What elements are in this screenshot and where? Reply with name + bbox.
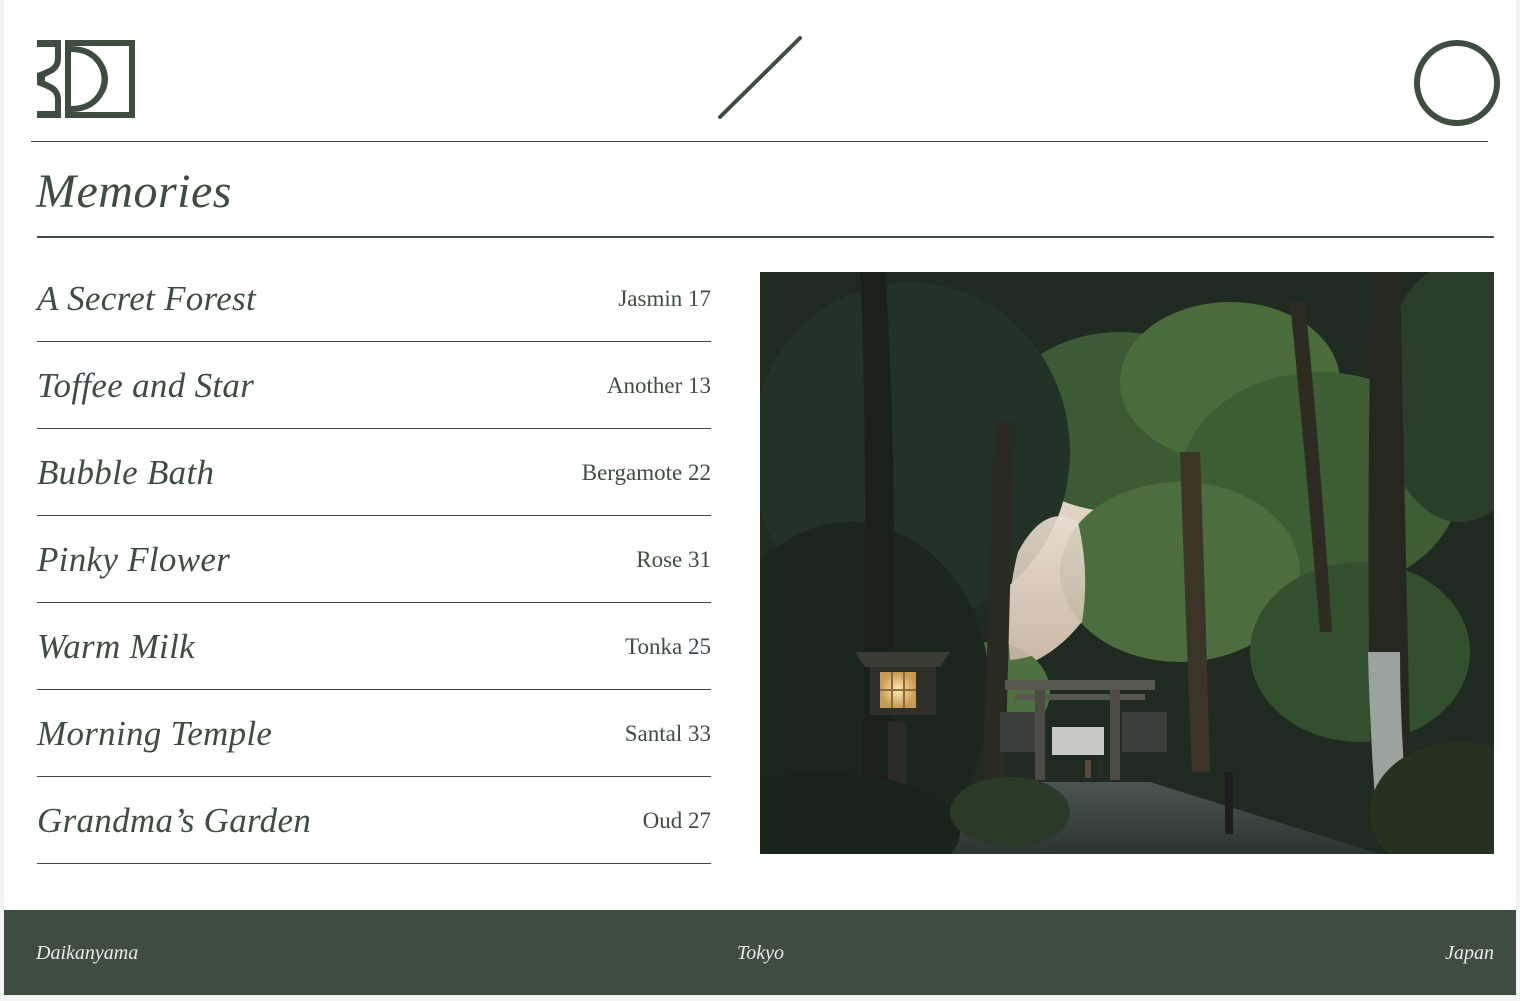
title-divider xyxy=(37,236,1494,238)
slash-icon xyxy=(716,35,806,121)
memory-name: Warm Milk xyxy=(37,627,195,666)
list-item[interactable]: Toffee and Star Another 13 xyxy=(37,342,711,429)
memory-note: Santal 33 xyxy=(624,721,711,746)
memory-note: Another 13 xyxy=(606,373,711,398)
memory-note: Tonka 25 xyxy=(625,634,711,659)
footer-location-right: Japan xyxy=(1445,942,1494,964)
ko-monogram-logo-icon[interactable] xyxy=(37,40,135,120)
memory-list: A Secret Forest Jasmin 17 Toffee and Sta… xyxy=(37,255,711,864)
header-divider xyxy=(31,141,1488,142)
page-title: Memories xyxy=(36,165,232,218)
circle-menu-icon[interactable] xyxy=(1414,40,1500,126)
memory-note: Rose 31 xyxy=(636,547,711,572)
footer-location-center: Tokyo xyxy=(737,942,785,964)
memory-name: Morning Temple xyxy=(37,714,273,753)
memory-note: Oud 27 xyxy=(642,808,711,833)
memory-note: Jasmin 17 xyxy=(618,286,711,311)
list-item[interactable]: Grandma’s Garden Oud 27 xyxy=(37,777,711,864)
forest-shrine-path-photo xyxy=(760,272,1494,854)
list-item[interactable]: Pinky Flower Rose 31 xyxy=(37,516,711,603)
list-item[interactable]: Morning Temple Santal 33 xyxy=(37,690,711,777)
list-item[interactable]: Bubble Bath Bergamote 22 xyxy=(37,429,711,516)
list-item[interactable]: Warm Milk Tonka 25 xyxy=(37,603,711,690)
list-item[interactable]: A Secret Forest Jasmin 17 xyxy=(37,255,711,342)
memory-name: Toffee and Star xyxy=(37,366,255,405)
footer-location-left: Daikanyama xyxy=(36,942,139,964)
memory-name: Pinky Flower xyxy=(37,540,231,579)
memory-name: Bubble Bath xyxy=(37,453,215,492)
memory-name: A Secret Forest xyxy=(37,279,256,318)
footer-bar: Daikanyama Tokyo Japan xyxy=(4,910,1516,995)
memory-note: Bergamote 22 xyxy=(581,460,711,485)
page-frame: Memories A Secret Forest Jasmin 17 Toffe… xyxy=(4,0,1516,995)
memory-name: Grandma’s Garden xyxy=(37,801,312,840)
